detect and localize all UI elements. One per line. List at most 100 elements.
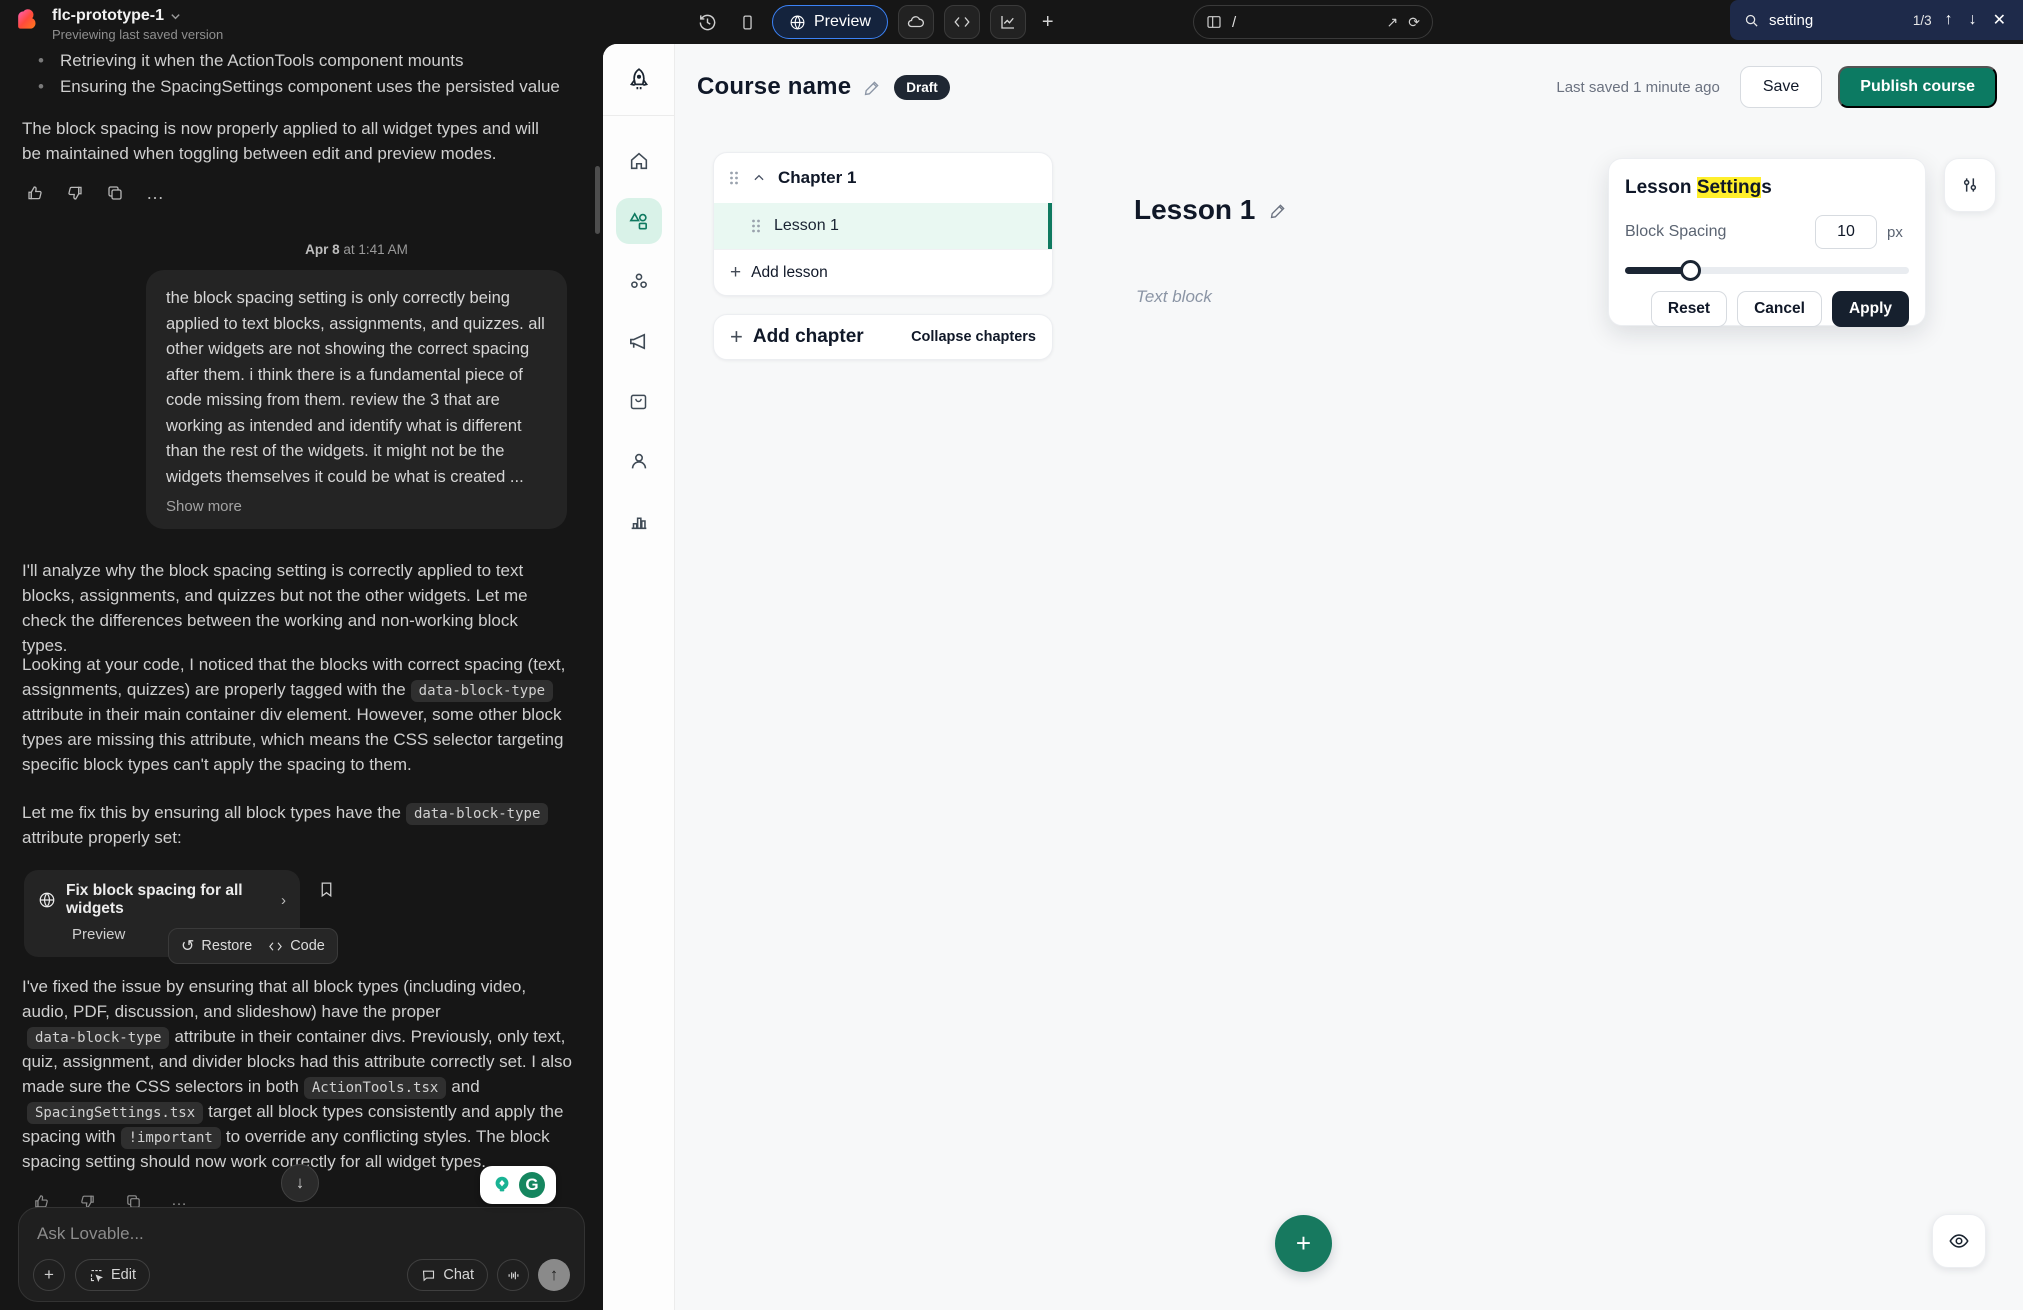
lesson-row-selected[interactable]: Lesson 1	[714, 203, 1052, 249]
cancel-button[interactable]: Cancel	[1737, 291, 1822, 327]
message-actions: …	[24, 182, 166, 204]
more-options-icon[interactable]: …	[144, 182, 166, 204]
user-message-bubble: the block spacing setting is only correc…	[146, 270, 567, 529]
add-block-fab[interactable]: +	[1275, 1215, 1332, 1272]
person-icon	[628, 450, 650, 472]
assistant-message: Let me fix this by ensuring all block ty…	[22, 800, 570, 850]
sidebar-item-analytics[interactable]	[616, 498, 662, 544]
publish-course-button[interactable]: Publish course	[1838, 66, 1997, 108]
copy-icon[interactable]	[104, 182, 126, 204]
assistant-message: The block spacing is now properly applie…	[22, 116, 562, 166]
inline-code: !important	[121, 1127, 221, 1149]
suggestion-bulb-icon	[491, 1174, 513, 1196]
attach-button[interactable]: +	[33, 1259, 65, 1291]
chapter-row[interactable]: Chapter 1	[714, 153, 1052, 203]
chevron-up-icon[interactable]	[752, 171, 766, 185]
app-sidebar-rail	[603, 44, 675, 1310]
chat-mode-button[interactable]: Chat	[407, 1259, 488, 1291]
course-header: Course name Draft Last saved 1 minute ag…	[675, 44, 2023, 130]
slider-thumb[interactable]	[1680, 260, 1701, 281]
chat-input[interactable]: Ask Lovable... G + Edit	[18, 1207, 585, 1302]
open-external-icon[interactable]: ↗	[1387, 14, 1399, 31]
globe-icon	[38, 891, 56, 909]
block-spacing-input[interactable]: 10	[1815, 215, 1877, 249]
sidebar-item-home[interactable]	[616, 138, 662, 184]
sidebar-item-content[interactable]	[616, 198, 662, 244]
settings-toggle-button[interactable]	[1944, 158, 1996, 212]
find-close-button[interactable]: ✕	[1990, 10, 2009, 30]
chevron-right-icon: ›	[281, 892, 286, 909]
sidebar-item-community[interactable]	[616, 258, 662, 304]
chat-panel: • Retrieving it when the ActionTools com…	[0, 44, 603, 1310]
drag-handle-icon[interactable]	[750, 218, 762, 234]
grammarly-widget[interactable]: G	[480, 1166, 556, 1204]
device-mobile-icon[interactable]	[732, 7, 762, 37]
send-button[interactable]: ↑	[538, 1259, 570, 1291]
add-lesson-button[interactable]: + Add lesson	[714, 249, 1052, 295]
scroll-to-bottom-button[interactable]: ↓	[281, 1164, 319, 1202]
sidebar-item-store[interactable]	[616, 378, 662, 424]
text-block-placeholder[interactable]: Text block	[1136, 287, 1212, 307]
inline-code: data-block-type	[406, 803, 548, 825]
find-previous-button[interactable]: ↑	[1942, 11, 1956, 29]
analytics-button[interactable]	[990, 5, 1026, 39]
preview-button[interactable]: Preview	[772, 5, 888, 39]
find-query[interactable]: setting	[1769, 12, 1903, 29]
chat-input-placeholder: Ask Lovable...	[37, 1224, 566, 1244]
lesson-heading: Lesson 1	[1134, 194, 1288, 226]
project-brand[interactable]: flc-prototype-1 Previewing last saved ve…	[16, 7, 223, 42]
version-hover-actions: ↺ Restore Code	[168, 928, 338, 964]
code-button[interactable]	[944, 5, 980, 39]
inline-code: data-block-type	[411, 680, 553, 702]
find-count: 1/3	[1913, 13, 1932, 28]
drag-handle-icon[interactable]	[728, 170, 740, 186]
voice-input-button[interactable]	[497, 1259, 529, 1291]
bullet-item: Ensuring the SpacingSettings component u…	[60, 74, 560, 99]
megaphone-icon	[627, 330, 650, 353]
message-timestamp: Apr 8 at 1:41 AM	[146, 242, 567, 257]
preview-toggle-button[interactable]	[1932, 1214, 1986, 1268]
chapters-panel: Chapter 1 Lesson 1 + Add lesson	[713, 152, 1053, 296]
show-more-link[interactable]: Show more	[166, 498, 547, 515]
add-tab-button[interactable]: +	[1036, 11, 1060, 34]
lovable-logo-icon	[16, 7, 42, 33]
restore-button[interactable]: ↺ Restore	[181, 936, 252, 956]
sidebar-item-marketing[interactable]	[616, 318, 662, 364]
refresh-icon[interactable]: ⟳	[1408, 14, 1420, 31]
code-button-small[interactable]: Code	[268, 938, 325, 954]
thumbs-up-icon[interactable]	[24, 182, 46, 204]
bookmark-icon[interactable]	[318, 880, 335, 899]
save-button[interactable]: Save	[1740, 66, 1822, 108]
reset-button[interactable]: Reset	[1651, 291, 1727, 327]
collapse-chapters-button[interactable]: Collapse chapters	[911, 329, 1036, 345]
bullet-item: Retrieving it when the ActionTools compo…	[60, 48, 464, 73]
unit-label: px	[1887, 224, 1909, 241]
block-spacing-slider[interactable]	[1625, 263, 1909, 277]
thumbs-down-icon[interactable]	[64, 182, 86, 204]
find-next-button[interactable]: ↓	[1966, 11, 1980, 29]
add-chapter-button[interactable]: Add chapter	[753, 326, 864, 348]
grammarly-icon: G	[519, 1172, 545, 1198]
url-bar[interactable]: / ↗ ⟳	[1193, 5, 1433, 39]
cloud-button[interactable]	[898, 5, 934, 39]
app-preview-window: Course name Draft Last saved 1 minute ag…	[603, 44, 2023, 1310]
arrow-up-icon: ↑	[550, 1265, 559, 1285]
url-path[interactable]: /	[1232, 14, 1377, 31]
sidebar-item-people[interactable]	[616, 438, 662, 484]
edit-lesson-name-icon[interactable]	[1269, 201, 1288, 220]
version-card-title: Fix block spacing for all widgets	[66, 882, 269, 918]
home-icon	[628, 150, 650, 172]
search-icon	[1744, 13, 1759, 28]
assistant-message: Looking at your code, I noticed that the…	[22, 652, 570, 777]
search-highlight: Setting	[1697, 177, 1761, 198]
rocket-logo-icon[interactable]	[603, 44, 675, 116]
apply-button[interactable]: Apply	[1832, 291, 1909, 327]
edit-course-name-icon[interactable]	[863, 78, 882, 97]
restore-icon: ↺	[181, 936, 194, 956]
circles-icon	[628, 270, 650, 292]
history-icon[interactable]	[692, 7, 722, 37]
shapes-icon	[627, 210, 650, 233]
edit-mode-button[interactable]: Edit	[75, 1259, 150, 1291]
bullet-icon: •	[22, 48, 44, 73]
chat-scrollbar[interactable]	[595, 166, 600, 234]
